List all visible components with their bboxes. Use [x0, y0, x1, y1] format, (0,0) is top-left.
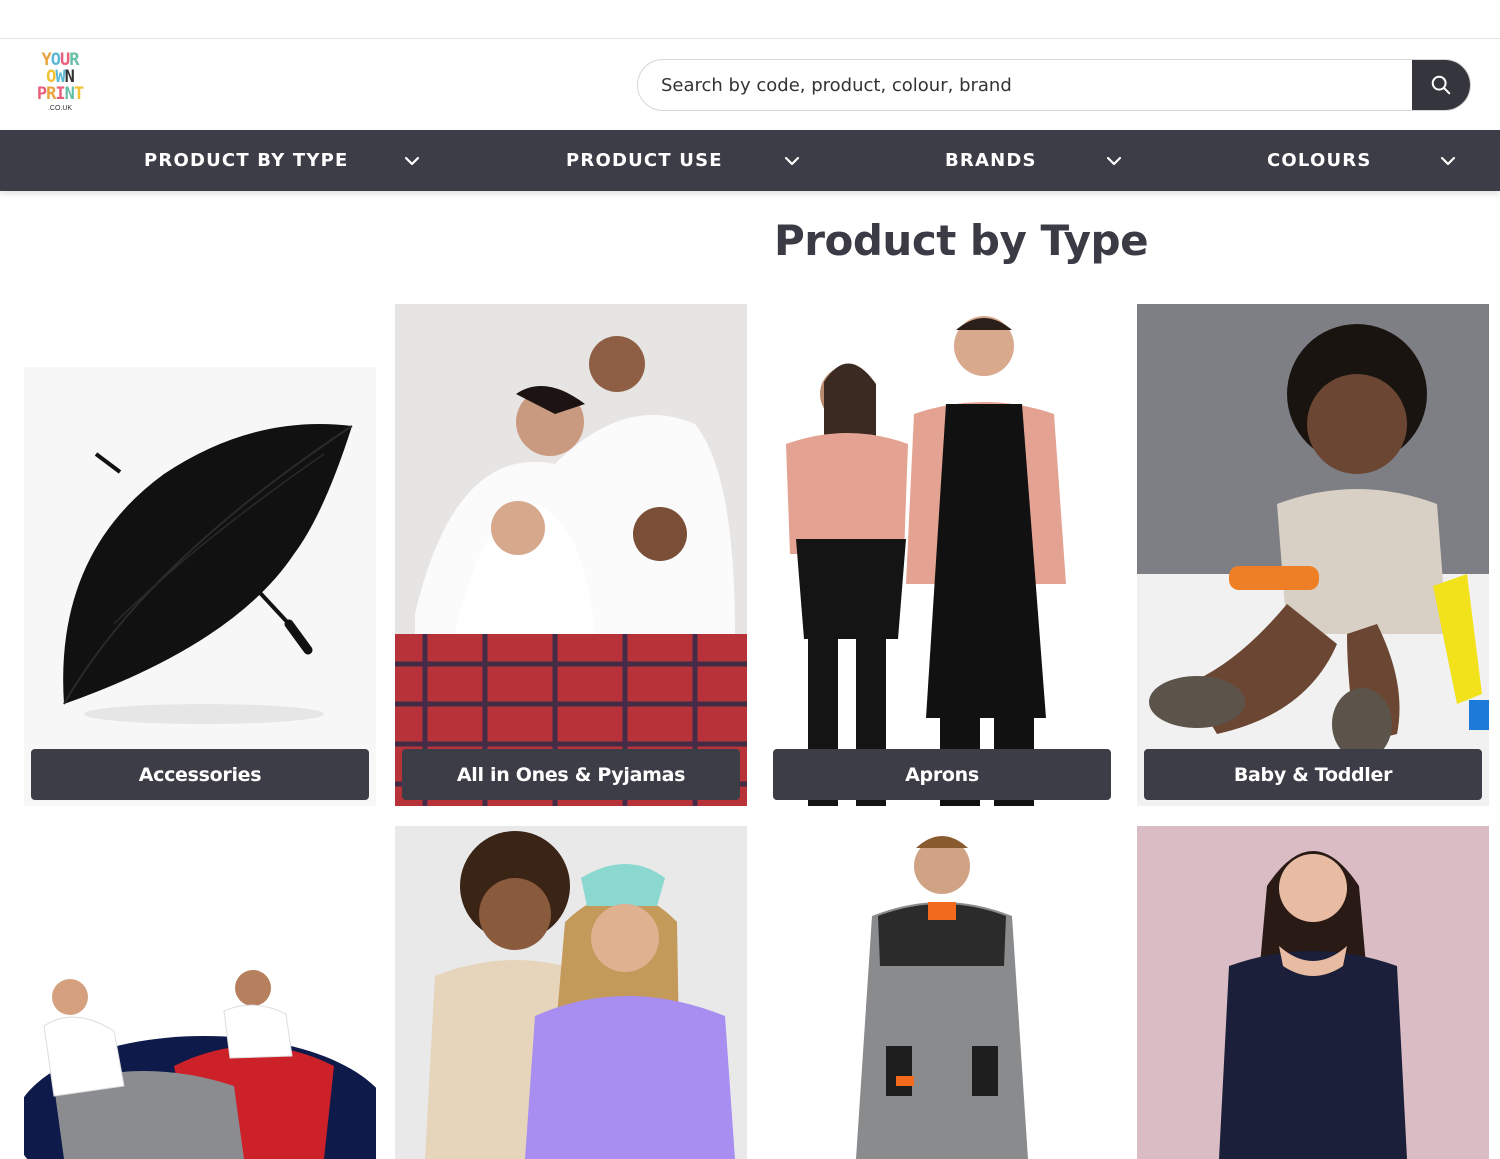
category-card-all-in-ones-pyjamas[interactable]: All in Ones & Pyjamas — [395, 304, 747, 806]
dress-image — [1137, 826, 1489, 1159]
category-label: Baby & Toddler — [1144, 749, 1482, 800]
category-card-aprons[interactable]: Aprons — [766, 304, 1118, 806]
category-label: Accessories — [31, 749, 369, 800]
kids-hoodies-image — [395, 826, 747, 1159]
category-card-childrens[interactable] — [395, 826, 747, 1159]
search-bar — [637, 59, 1471, 111]
category-label: All in Ones & Pyjamas — [402, 749, 740, 800]
umbrella-image — [24, 367, 376, 806]
category-card-accessories[interactable]: Accessories — [24, 304, 376, 806]
chevron-down-icon[interactable] — [1439, 152, 1457, 170]
page-title: Product by Type — [774, 216, 1149, 265]
nav-item-product-by-type[interactable]: PRODUCT BY TYPE — [144, 130, 349, 191]
chevron-down-icon[interactable] — [1105, 152, 1123, 170]
chevron-down-icon[interactable] — [403, 152, 421, 170]
main-nav: PRODUCT BY TYPE PRODUCT USE BRANDS COLOU… — [0, 130, 1500, 191]
category-label: Aprons — [773, 749, 1111, 800]
site-logo[interactable]: YOUR OWN PRINT .CO.UK — [30, 52, 90, 118]
category-card-blankets[interactable] — [24, 826, 376, 1159]
nav-item-colours[interactable]: COLOURS — [1267, 130, 1371, 191]
nav-label-product-by-type: PRODUCT BY TYPE — [144, 150, 349, 171]
category-card-coveralls[interactable] — [766, 826, 1118, 1159]
browser-top-strip — [0, 0, 1500, 39]
nav-item-brands[interactable]: BRANDS — [945, 130, 1037, 191]
category-card-baby-toddler[interactable]: Baby & Toddler — [1137, 304, 1489, 806]
logo-row-print: PRINT — [36, 84, 84, 104]
category-card-dresses[interactable] — [1137, 826, 1489, 1159]
search-icon — [1431, 75, 1451, 95]
nav-item-product-use[interactable]: PRODUCT USE — [566, 130, 723, 191]
aprons-image — [766, 304, 1118, 806]
search-input[interactable] — [638, 60, 1414, 110]
chevron-down-icon[interactable] — [783, 152, 801, 170]
coverall-image — [766, 826, 1118, 1159]
baby-toddler-image — [1137, 304, 1489, 806]
nav-label-colours: COLOURS — [1267, 150, 1372, 171]
family-pyjamas-image — [395, 304, 747, 806]
site-header: YOUR OWN PRINT .CO.UK — [0, 40, 1500, 130]
search-button[interactable] — [1412, 60, 1470, 110]
nav-label-product-use: PRODUCT USE — [566, 150, 723, 171]
logo-domain: .CO.UK — [47, 105, 73, 112]
nav-label-brands: BRANDS — [945, 150, 1037, 171]
blanket-image — [24, 826, 376, 1159]
